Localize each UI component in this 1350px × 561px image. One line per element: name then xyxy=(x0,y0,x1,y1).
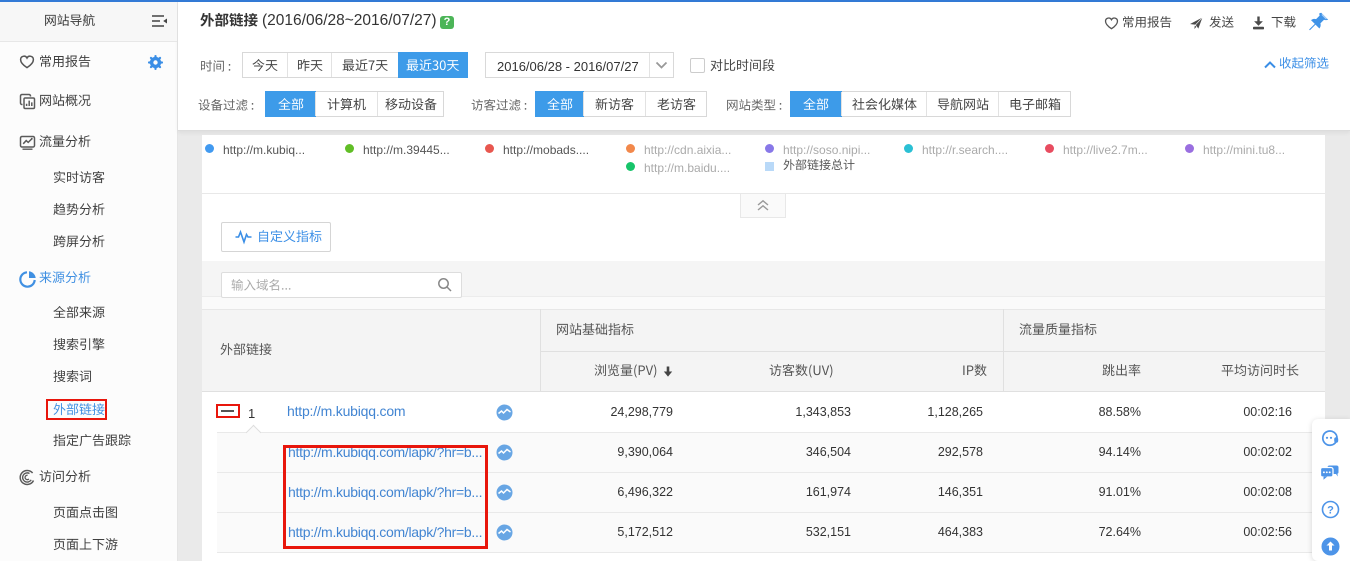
svg-text:?: ? xyxy=(1327,505,1334,517)
